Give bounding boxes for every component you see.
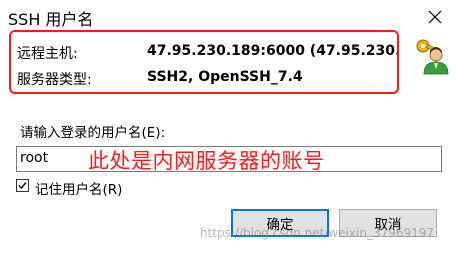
title-bar: SSH 用户名 xyxy=(0,0,458,34)
server-type-label: 服务器类型: xyxy=(17,72,92,88)
remember-username-label: 记住用户名(R) xyxy=(35,182,123,198)
remember-username-checkbox[interactable] xyxy=(16,179,29,192)
window-title: SSH 用户名 xyxy=(8,10,94,29)
watermark-text: https://blog.csdn.net/weixin_37969197 xyxy=(200,226,435,240)
server-type-value: SSH2, OpenSSH_7.4 xyxy=(147,69,303,85)
username-prompt-label: 请输入登录的用户名(E): xyxy=(20,125,166,141)
remote-host-value: 47.95.230.189:6000 (47.95.230.1 xyxy=(147,43,399,59)
close-button[interactable] xyxy=(412,0,458,34)
user-key-icon xyxy=(414,37,450,75)
server-info-box: 远程主机: 47.95.230.189:6000 (47.95.230.1 服务… xyxy=(9,30,399,94)
server-type-row: 服务器类型: SSH2, OpenSSH_7.4 xyxy=(17,69,397,89)
remote-host-row: 远程主机: 47.95.230.189:6000 (47.95.230.1 xyxy=(17,43,397,63)
remote-host-label: 远程主机: xyxy=(17,46,78,62)
username-input-value: root xyxy=(20,150,49,166)
annotation-text: 此处是内网服务器的账号 xyxy=(88,149,325,173)
close-icon xyxy=(428,10,442,24)
ssh-username-dialog: SSH 用户名 远程主机: 47.95.230.189:6000 (47.95.… xyxy=(0,0,458,256)
